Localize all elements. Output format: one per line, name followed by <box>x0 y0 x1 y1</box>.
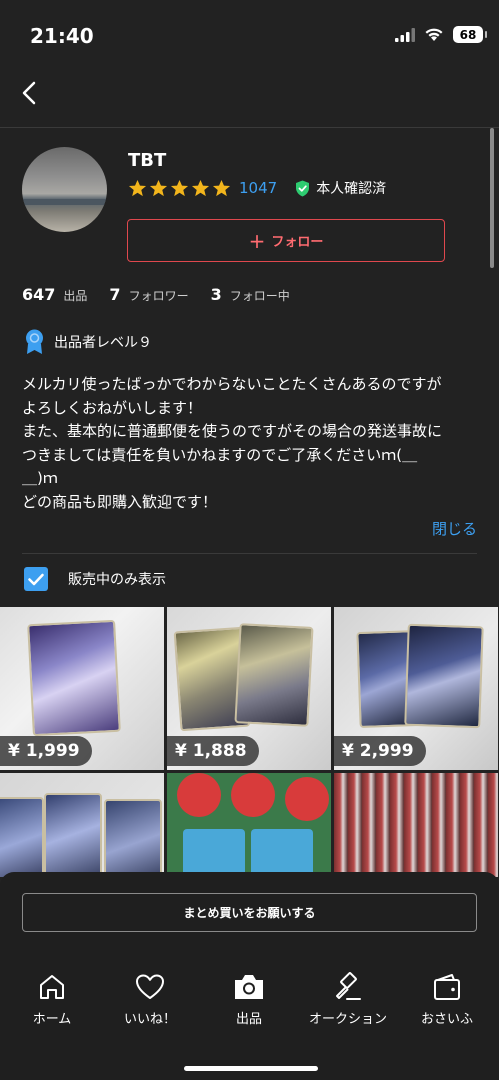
trading-card <box>27 619 121 737</box>
trading-card <box>104 799 162 877</box>
tab-label: いいね！ <box>123 1012 176 1027</box>
stat-value: 3 <box>210 285 222 304</box>
stat-label: 出品 <box>63 289 88 303</box>
stat-following[interactable]: 3 フォロー中 <box>211 285 290 304</box>
bio-line: どの商品も即購入歓迎です！ <box>22 492 218 511</box>
home-icon <box>40 975 64 999</box>
on-sale-label: 販売中のみ表示 <box>68 572 166 588</box>
rating-count[interactable]: 1047 <box>239 179 277 197</box>
checkmark-icon <box>28 573 44 585</box>
wifi-icon <box>425 28 443 41</box>
shield-check-icon <box>296 180 310 196</box>
star-icon <box>212 179 231 196</box>
bio-line: メルカリ使ったばっかでわからないことたくさんあるのですが <box>22 375 442 393</box>
home-indicator <box>184 1066 318 1071</box>
heart-icon <box>136 974 164 999</box>
divider <box>22 553 477 554</box>
item-price: ¥ 1,999 <box>0 736 92 766</box>
star-icon <box>128 179 147 196</box>
tab-wallet[interactable]: おさいふ <box>397 972 497 1027</box>
tab-label: 出品 <box>235 1012 262 1027</box>
trading-card <box>0 797 44 877</box>
item-tile[interactable]: ¥ 1,888 <box>167 607 331 770</box>
stat-listings[interactable]: 647 出品 <box>22 285 87 304</box>
tab-sell[interactable]: 出品 <box>199 972 299 1027</box>
scrollbar[interactable] <box>490 128 494 268</box>
tab-label: ホーム <box>32 1012 72 1027</box>
tab-label: オークション <box>308 1012 387 1027</box>
red-logo-card <box>231 773 275 817</box>
item-image <box>334 773 498 877</box>
battery-icon: 68 <box>453 26 487 43</box>
item-price: ¥ 2,999 <box>334 736 426 766</box>
bio-line: つきましては責任を負いかねますのでご了承くださいｍ(＿ <box>22 445 418 464</box>
verified-badge: 本人確認済 <box>295 178 386 198</box>
bundle-request-button[interactable]: まとめ買いをお願いする <box>22 893 477 932</box>
star-icon <box>149 179 168 196</box>
signal-icon <box>395 27 415 42</box>
trading-card <box>234 623 314 727</box>
follow-button[interactable]: + フォロー <box>127 219 445 262</box>
stat-followers[interactable]: 7 フォロワー <box>109 285 188 304</box>
tab-auction[interactable]: オークション <box>298 972 398 1027</box>
seller-level-label: 出品者レベル９ <box>54 335 152 351</box>
rating-row[interactable]: 1047 本人確認済 <box>128 178 386 198</box>
star-icon <box>170 179 189 196</box>
close-bio-link[interactable]: 閉じる <box>432 518 477 539</box>
tab-home[interactable]: ホーム <box>2 972 102 1027</box>
back-button[interactable] <box>14 78 44 108</box>
status-time: 21:40 <box>30 24 94 48</box>
chevron-left-icon <box>22 81 36 105</box>
item-tile[interactable] <box>334 773 498 877</box>
profile-bio: メルカリ使ったばっかでわからないことたくさんあるのですが よろしくおねがいします… <box>22 373 482 514</box>
medal-icon <box>26 329 43 354</box>
avatar[interactable] <box>22 147 107 232</box>
bio-line: ＿)ｍ <box>22 469 58 487</box>
trading-card <box>404 623 484 729</box>
on-sale-checkbox[interactable] <box>24 567 48 591</box>
item-tile[interactable]: ¥ 1,999 <box>0 607 164 770</box>
stat-value: 647 <box>22 285 56 304</box>
bio-line: よろしくおねがいします！ <box>22 398 203 417</box>
gavel-icon <box>336 972 361 1000</box>
nav-bar <box>0 62 499 128</box>
item-tile[interactable]: ¥ 2,999 <box>334 607 498 770</box>
status-icons: 68 <box>395 26 487 43</box>
item-price: ¥ 1,888 <box>167 736 259 766</box>
trading-card <box>44 793 102 877</box>
username: TBT <box>128 150 167 171</box>
profile-stats: 647 出品 7 フォロワー 3 フォロー中 <box>22 285 312 304</box>
stat-label: フォロワー <box>128 289 189 303</box>
tab-bar: ホーム いいね！ 出品 オークション おさいふ <box>0 972 499 1032</box>
red-logo-card <box>285 777 329 821</box>
item-tile[interactable] <box>167 773 331 877</box>
blue-card <box>183 829 245 877</box>
tab-likes[interactable]: いいね！ <box>100 972 200 1027</box>
red-logo-card <box>177 773 221 817</box>
battery-level: 68 <box>459 27 477 42</box>
star-icon <box>191 179 210 196</box>
status-bar: 21:40 68 <box>0 0 499 62</box>
blue-card <box>251 829 313 877</box>
plus-icon: + <box>248 228 266 253</box>
follow-label: フォロー <box>271 235 324 250</box>
bio-line: また、基本的に普通郵便を使うのですがその場合の発送事故に <box>22 422 443 440</box>
wallet-icon <box>434 974 460 1000</box>
verified-label: 本人確認済 <box>316 181 387 197</box>
camera-icon <box>235 975 263 999</box>
item-tile[interactable] <box>0 773 164 877</box>
on-sale-filter[interactable]: 販売中のみ表示 <box>24 567 166 591</box>
item-grid: ¥ 1,999 ¥ 1,888 ¥ 2,999 <box>0 607 499 877</box>
seller-level: 出品者レベル９ <box>24 329 152 355</box>
tab-label: おさいふ <box>420 1012 473 1027</box>
stat-label: フォロー中 <box>229 289 290 303</box>
stat-value: 7 <box>109 285 121 304</box>
